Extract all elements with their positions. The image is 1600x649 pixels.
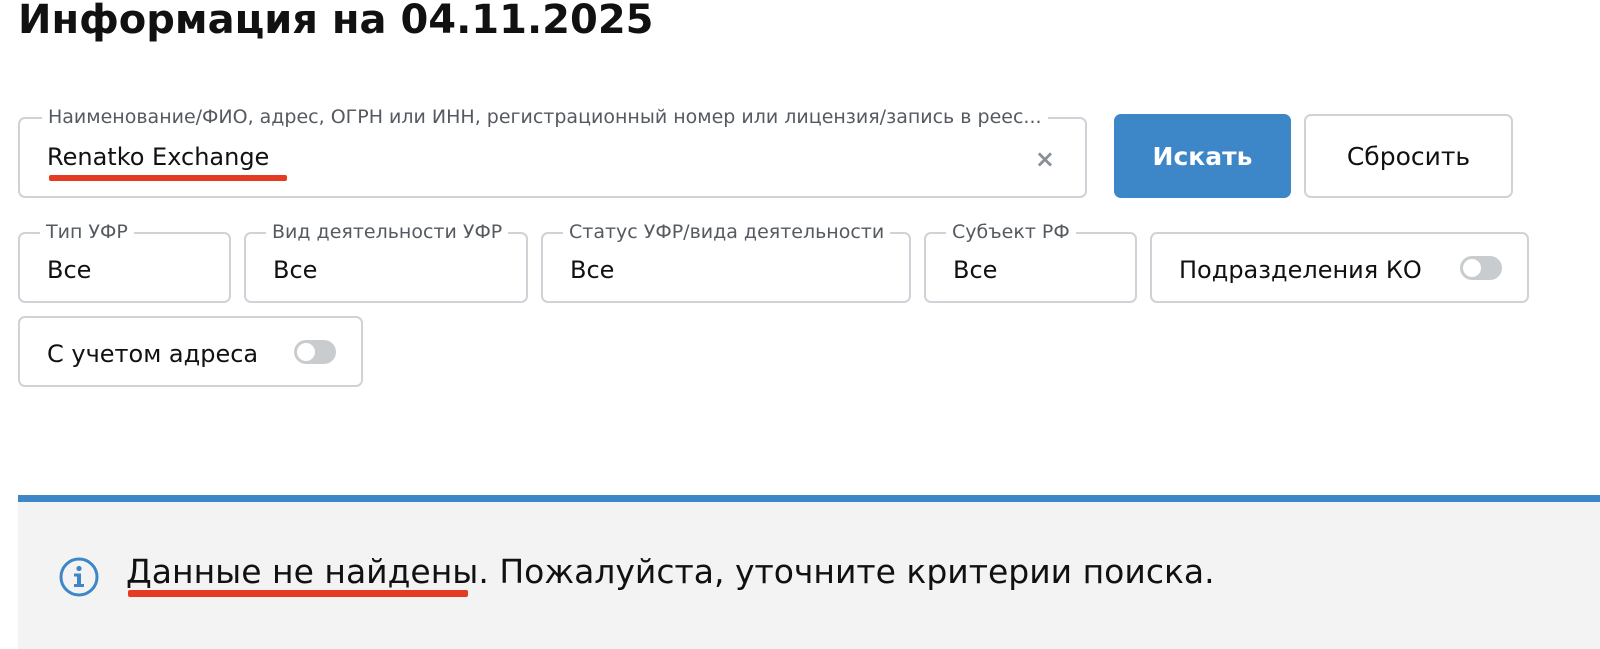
- filter-value: Все: [953, 256, 998, 284]
- filter-label: Субъект РФ: [946, 220, 1076, 244]
- toggle-card-address: С учетом адреса: [18, 316, 363, 387]
- toggle-label: С учетом адреса: [47, 340, 259, 368]
- filter-value: Все: [47, 256, 92, 284]
- filter-activity-type[interactable]: Вид деятельности УФР Все: [244, 220, 528, 303]
- page-title: Информация на 04.11.2025: [18, 0, 654, 43]
- branches-toggle[interactable]: [1460, 256, 1502, 280]
- toggle-card-branches: Подразделения КО: [1150, 232, 1529, 303]
- toggle-label: Подразделения КО: [1179, 256, 1422, 284]
- result-panel: Данные не найдены. Пожалуйста, уточните …: [18, 495, 1600, 649]
- info-icon: [59, 557, 99, 597]
- filter-region[interactable]: Субъект РФ Все: [924, 220, 1137, 303]
- annotation-underline: [49, 175, 287, 181]
- filter-label: Вид деятельности УФР: [266, 220, 509, 244]
- page: Информация на 04.11.2025 Наименование/ФИ…: [0, 0, 1600, 649]
- filter-value: Все: [570, 256, 615, 284]
- result-message: Данные не найдены. Пожалуйста, уточните …: [126, 550, 1215, 594]
- address-toggle[interactable]: [294, 340, 336, 364]
- close-icon[interactable]: ×: [1035, 145, 1055, 173]
- search-field-label: Наименование/ФИО, адрес, ОГРН или ИНН, р…: [42, 105, 1048, 129]
- filter-status[interactable]: Статус УФР/вида деятельности Все: [541, 220, 911, 303]
- filter-label: Тип УФР: [40, 220, 134, 244]
- search-button[interactable]: Искать: [1114, 114, 1291, 198]
- filter-label: Статус УФР/вида деятельности: [563, 220, 891, 244]
- result-hint: Пожалуйста, уточните критерии поиска.: [488, 552, 1215, 591]
- filter-ufr-type[interactable]: Тип УФР Все: [18, 220, 231, 303]
- result-highlight: Данные не найдены.: [126, 552, 489, 591]
- reset-button[interactable]: Сбросить: [1304, 114, 1513, 198]
- filter-value: Все: [273, 256, 318, 284]
- annotation-underline: [128, 590, 468, 597]
- toggle-knob: [297, 343, 315, 361]
- toggle-knob: [1463, 259, 1481, 277]
- search-input[interactable]: Renatko Exchange: [47, 143, 269, 171]
- search-field[interactable]: Наименование/ФИО, адрес, ОГРН или ИНН, р…: [18, 105, 1087, 198]
